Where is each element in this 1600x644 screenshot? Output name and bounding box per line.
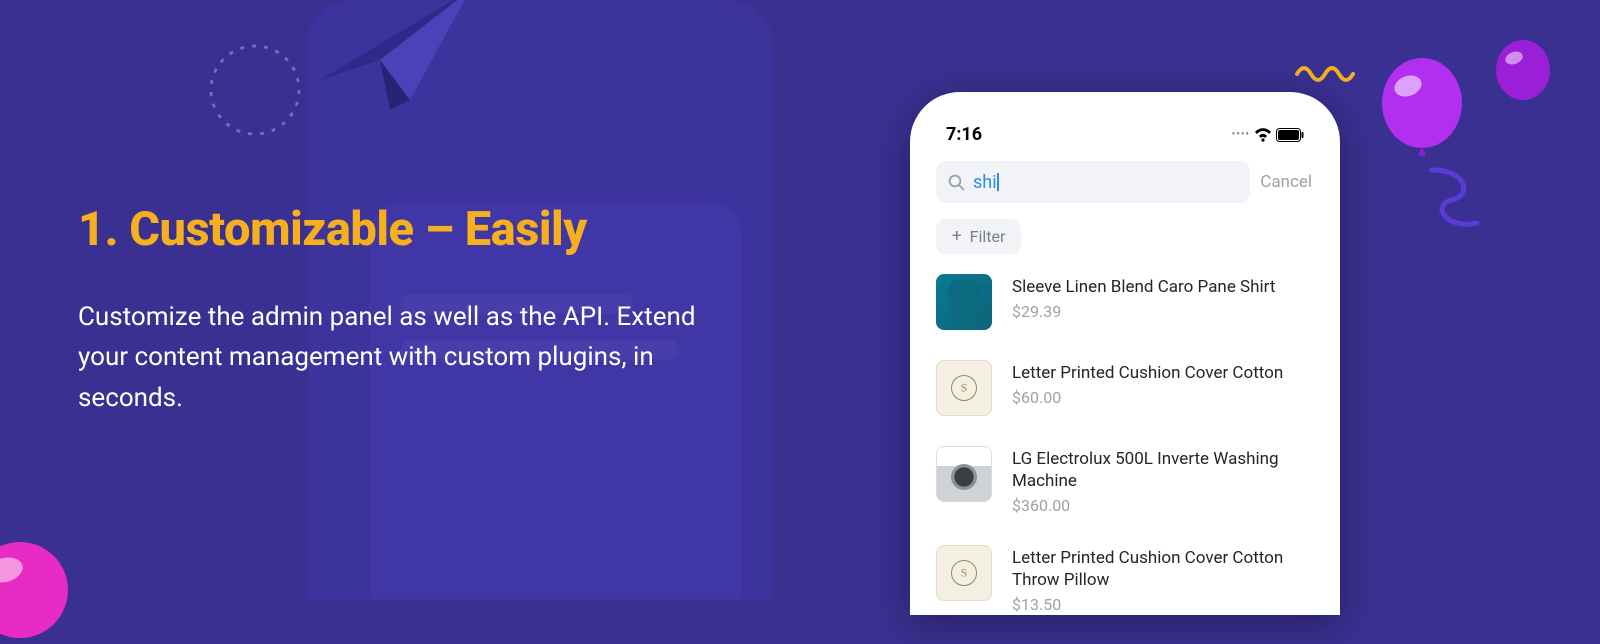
phone-mockup: 7:16 •••• shi Cancel + Filter	[910, 92, 1340, 615]
product-thumb	[936, 274, 992, 330]
product-item[interactable]: Letter Printed Cushion Cover Cotton $60.0…	[936, 360, 1314, 416]
section-heading: 1. Customizable – Easily	[78, 202, 728, 257]
status-bar: 7:16 ••••	[936, 122, 1314, 161]
product-item[interactable]: Letter Printed Cushion Cover Cotton Thro…	[936, 545, 1314, 614]
plus-icon: +	[952, 228, 962, 245]
section-description: Customize the admin panel as well as the…	[78, 297, 728, 418]
product-item[interactable]: Sleeve Linen Blend Caro Pane Shirt $29.39	[936, 274, 1314, 330]
decorative-squiggle	[1295, 60, 1355, 85]
search-icon	[948, 174, 965, 191]
signal-icon: ••••	[1232, 129, 1250, 140]
decorative-balloon	[1380, 58, 1465, 163]
filter-label: Filter	[970, 227, 1006, 246]
decorative-ball	[0, 540, 70, 640]
product-price: $60.00	[1012, 388, 1314, 407]
product-name: LG Electrolux 500L Inverte Washing Machi…	[1012, 448, 1314, 492]
search-value: shi	[973, 172, 997, 193]
product-price: $360.00	[1012, 496, 1314, 515]
product-thumb	[936, 446, 992, 502]
cancel-button[interactable]: Cancel	[1258, 172, 1314, 192]
product-item[interactable]: LG Electrolux 500L Inverte Washing Machi…	[936, 446, 1314, 515]
wifi-icon	[1254, 128, 1272, 142]
product-price: $13.50	[1012, 595, 1314, 614]
product-thumb	[936, 545, 992, 601]
product-price: $29.39	[1012, 302, 1314, 321]
search-input[interactable]: shi	[936, 161, 1250, 203]
product-list: Sleeve Linen Blend Caro Pane Shirt $29.39…	[936, 274, 1314, 614]
product-name: Letter Printed Cushion Cover Cotton	[1012, 362, 1314, 384]
battery-icon	[1276, 128, 1304, 142]
filter-button[interactable]: + Filter	[936, 219, 1021, 254]
product-thumb	[936, 360, 992, 416]
product-name: Letter Printed Cushion Cover Cotton Thro…	[1012, 547, 1314, 591]
decorative-balloon	[1494, 40, 1552, 112]
decorative-curly	[1422, 165, 1492, 239]
status-time: 7:16	[946, 124, 982, 145]
product-name: Sleeve Linen Blend Caro Pane Shirt	[1012, 276, 1314, 298]
